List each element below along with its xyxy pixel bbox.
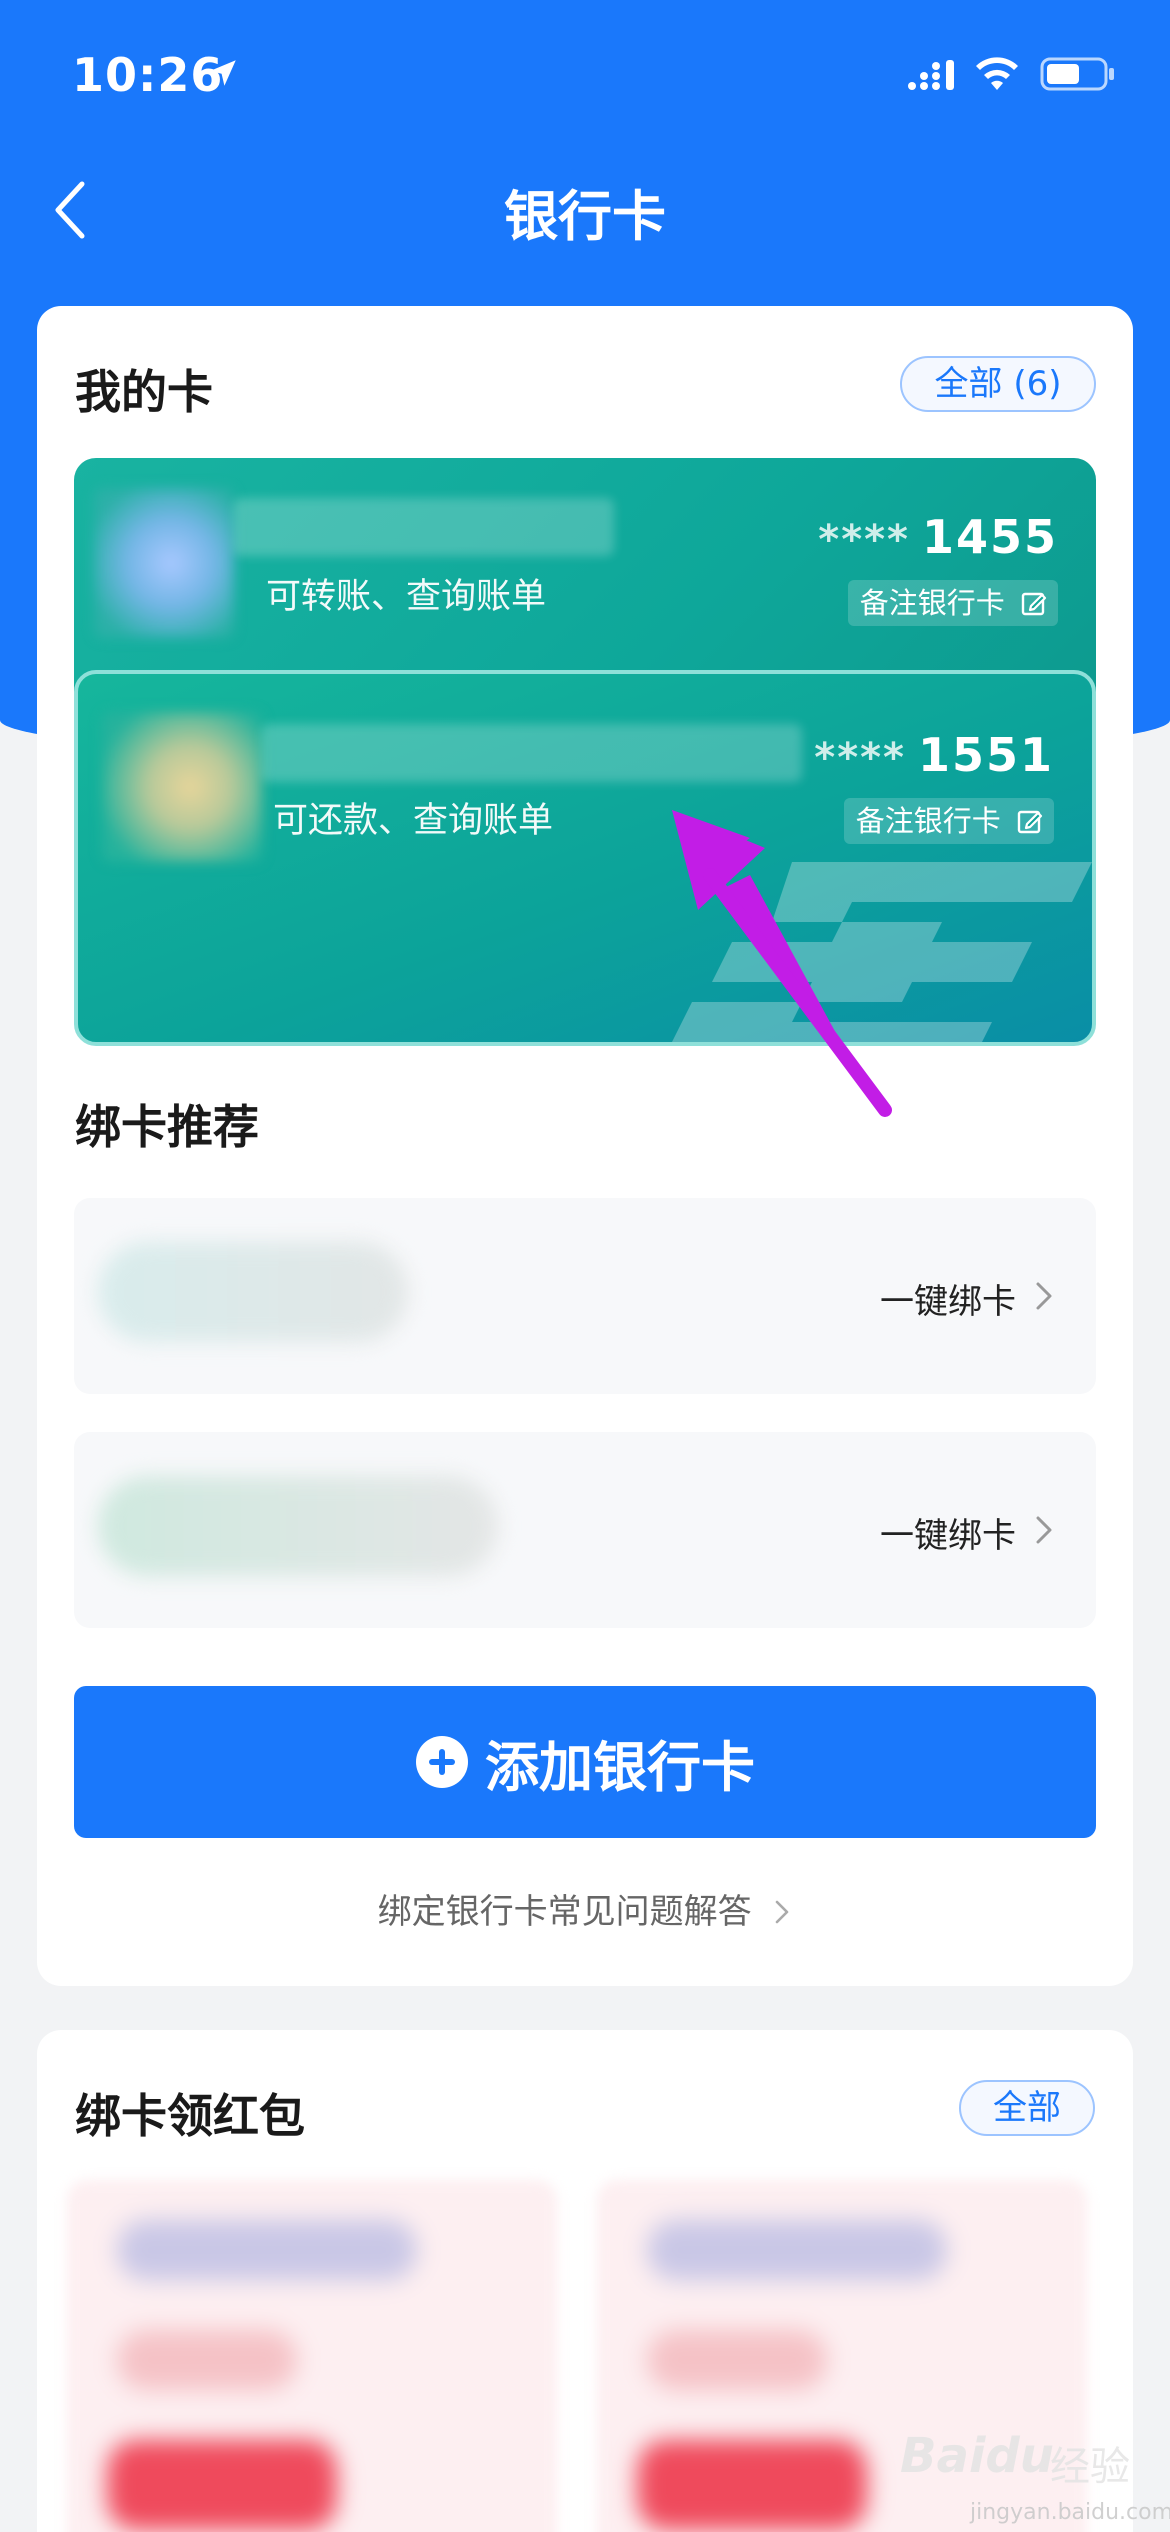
card-number: **** 1551 (814, 728, 1054, 782)
baidu-jingyan-watermark: Baidu 经验 jingyan.baidu.com (900, 2428, 1170, 2525)
bank-name-blurred (234, 498, 614, 556)
edit-icon (1021, 592, 1047, 616)
battery-icon (1040, 57, 1114, 91)
chevron-right-icon (776, 1900, 789, 1924)
page-title: 银行卡 (504, 185, 666, 248)
card-description: 可转账、查询账单 (266, 577, 547, 617)
recommend-bank-row[interactable]: 一键绑卡 (74, 1198, 1096, 1394)
cellular-signal-icon (908, 60, 954, 90)
add-bank-card-label: 添加银行卡 (485, 1735, 755, 1799)
bank-name-blurred (262, 724, 802, 782)
location-arrow-icon (210, 60, 236, 86)
my-cards-title: 我的卡 (75, 365, 213, 419)
recommend-title: 绑卡推荐 (75, 1100, 259, 1154)
edit-icon (1017, 810, 1043, 834)
one-click-bind-label: 一键绑卡 (880, 1516, 1016, 1556)
my-cards-panel: 我的卡 全部 (6) 可转账、查询账单 **** 1455 备注银行卡 可还款、查… (37, 306, 1133, 1986)
chevron-right-icon (1036, 1282, 1052, 1310)
recommend-bank-row[interactable]: 一键绑卡 (74, 1432, 1096, 1628)
one-click-bind-label: 一键绑卡 (880, 1282, 1016, 1322)
plus-circle-icon (416, 1736, 468, 1788)
add-bank-card-button[interactable]: 添加银行卡 (74, 1686, 1096, 1838)
card-description: 可还款、查询账单 (273, 801, 554, 841)
bank-watermark-graphic (672, 862, 1092, 1042)
recommend-bank-blurred (98, 1476, 498, 1576)
recommend-bank-blurred (98, 1242, 408, 1342)
bank-card-selected[interactable]: 可还款、查询账单 **** 1551 备注银行卡 (74, 670, 1096, 1046)
remark-card-button[interactable]: 备注银行卡 (847, 580, 1058, 626)
bank-logo-blurred (102, 712, 262, 862)
remark-card-button[interactable]: 备注银行卡 (843, 798, 1054, 844)
bank-logo-blurred (94, 488, 234, 638)
all-cards-button[interactable]: 全部 (6) (900, 356, 1096, 412)
navigation-bar: 银行卡 (0, 150, 1170, 270)
faq-link[interactable]: 绑定银行卡常见问题解答 (37, 1884, 1133, 1933)
status-time: 10:26 (72, 48, 224, 102)
chevron-right-icon (1036, 1516, 1052, 1544)
status-bar: 10:26 (0, 0, 1170, 150)
wifi-icon (976, 57, 1018, 90)
card-stack: 可转账、查询账单 **** 1455 备注银行卡 可还款、查询账单 **** 155… (74, 458, 1096, 1048)
card-number: **** 1455 (818, 510, 1058, 564)
redpack-all-button[interactable]: 全部 (959, 2080, 1095, 2136)
redpack-title: 绑卡领红包 (75, 2089, 305, 2143)
redpack-offer-blurred[interactable] (67, 2180, 557, 2532)
